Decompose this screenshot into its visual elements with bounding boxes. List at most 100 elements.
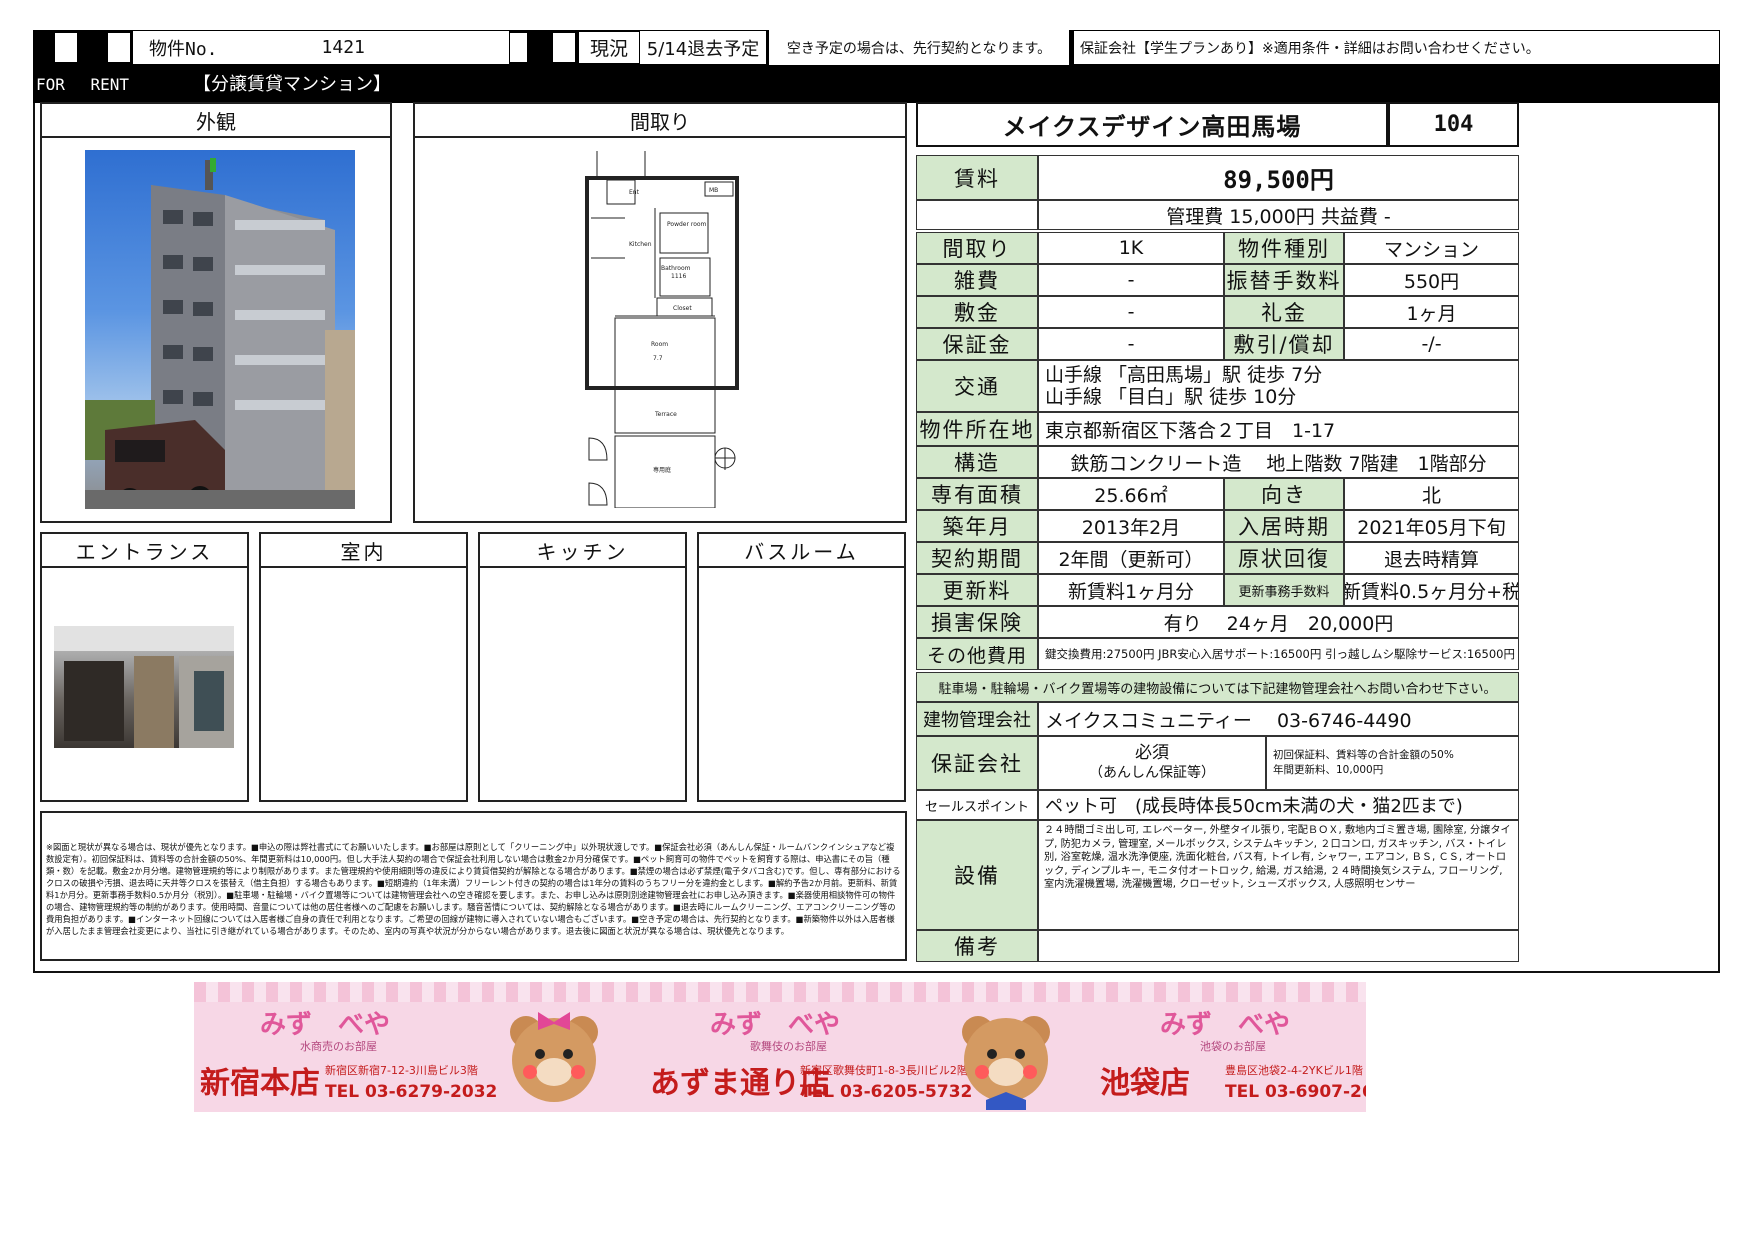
store-block: みず べや 水商売のお部屋 新宿本店 新宿区新宿7-12-3川島ビル3階 TEL 03-… <box>200 1004 497 1110</box>
store-banner: みず べや 水商売のお部屋 新宿本店 新宿区新宿7-12-3川島ビル3階 TEL 03-… <box>194 982 1366 1112</box>
row-label: 間取り <box>916 232 1038 264</box>
header: 物件No. 1421 現況 5/14退去予定 空き予定の場合は、先行契約となりま… <box>33 30 1720 103</box>
exterior-title: 外観 <box>42 104 390 138</box>
fp-terrace: Terrace <box>654 411 677 418</box>
rent-label: 賃料 <box>916 155 1038 200</box>
for-rent-label: FOR RENT <box>36 75 130 94</box>
property-no-value: 1421 <box>321 37 365 58</box>
fp-garden: 専用庭 <box>653 466 671 474</box>
store-brand: みず べや <box>260 1010 391 1040</box>
sales-value: ペット可 (成長時体長50cm未満の犬・猫2匹まで) <box>1038 790 1519 820</box>
fp-room: Room <box>651 341 668 348</box>
row-value: - <box>1038 296 1224 328</box>
header-square <box>553 33 575 62</box>
access-line-1: 山手線 「高田馬場」駅 徒歩 7分 <box>1045 364 1323 386</box>
remarks-value <box>1038 930 1519 962</box>
insurance-label: 損害保険 <box>916 606 1038 638</box>
row-label: 雑費 <box>916 264 1038 296</box>
guarantor-label: 保証会社 <box>916 736 1038 790</box>
floorplan-drawing: Ent MB Powder room Kitchen Bathroom 1116… <box>585 148 745 509</box>
row-value: - <box>1038 264 1224 296</box>
store-subtitle: 池袋のお部屋 <box>1200 1040 1266 1053</box>
guarantor-fee-2: 年間更新料、10,000円 <box>1273 764 1384 776</box>
row-label: 築年月 <box>916 510 1038 542</box>
vacancy-note: 空き予定の場合は、先行契約となります。 <box>769 30 1069 65</box>
row-value: -/- <box>1344 328 1519 360</box>
entrance-panel: エントランス <box>40 532 249 802</box>
kitchen-panel: キッチン <box>478 532 687 802</box>
equip-cell: ２４時間ゴミ出し可, エレベーター, 外壁タイル張り, 宅配ＢＯＸ, 敷地内ゴミ… <box>1038 820 1519 930</box>
store-block: みず べや 歌舞伎のお部屋 あずま通り店 新宿区歌舞伎町1-8-3長川ビル2階 TEL … <box>650 1004 972 1110</box>
row-value: 550円 <box>1344 264 1519 296</box>
address-value: 東京都新宿区下落合２丁目 1-17 <box>1038 412 1519 446</box>
row-value: 1ヶ月 <box>1344 296 1519 328</box>
property-no-box: 物件No. 1421 <box>132 30 510 65</box>
guarantor-fee-1: 初回保証料、賃料等の合計金額の50% <box>1273 749 1454 761</box>
mgmt-value: メイクスコミュニティー 03-6746-4490 <box>1038 702 1519 736</box>
insurance-value: 有り 24ヶ月 20,000円 <box>1038 606 1519 638</box>
row-value: 新賃料1ヶ月分 <box>1038 574 1224 606</box>
disclaimer-box: ※図面と現状が異なる場合は、現状が優先となります。■申込の際は弊社書式にてお願い… <box>40 811 907 961</box>
store-name: 池袋店 <box>1100 1066 1190 1101</box>
store-brand: みず べや <box>1160 1010 1291 1040</box>
remarks-label: 備考 <box>916 930 1038 962</box>
store-name: 新宿本店 <box>200 1066 320 1101</box>
fp-kitchen: Kitchen <box>629 241 652 248</box>
row-value: 新賃料0.5ヶ月分+税 <box>1344 574 1519 606</box>
fp-mb: MB <box>709 187 718 194</box>
rent-value: 89,500円 <box>1038 155 1519 200</box>
floorplan-panel: 間取り Ent MB Powder room Kitchen Bathroom … <box>413 102 907 523</box>
row-label: 振替手数料 <box>1224 264 1344 296</box>
store-phone: TEL 03-6279-2032 <box>325 1082 498 1102</box>
interior-title: 室内 <box>261 534 466 568</box>
store-address: 豊島区池袋2-4-2YKビル1階 <box>1225 1064 1363 1077</box>
row-label: 物件種別 <box>1224 232 1344 264</box>
equip-label: 設備 <box>916 820 1038 930</box>
entrance-title: エントランス <box>42 534 247 568</box>
status-label: 現況 <box>579 32 639 63</box>
row-label: 原状回復 <box>1224 542 1344 574</box>
entrance-photo <box>54 626 234 748</box>
floorplan-svg: Ent MB Powder room Kitchen Bathroom 1116… <box>585 151 739 509</box>
row-value: 1K <box>1038 232 1224 264</box>
row-value: 2021年05月下旬 <box>1344 510 1519 542</box>
address-label: 物件所在地 <box>916 412 1038 446</box>
guarantor-name: （あんしん保証等） <box>1089 765 1215 781</box>
detail-table: メイクスデザイン高田馬場 104 賃料 89,500円 管理費 15,000円 … <box>914 102 1521 962</box>
other-value: 鍵交換費用:27500円 JBR安心入居サポート:16500円 引っ越しムシ駆除… <box>1038 638 1519 670</box>
bathroom-panel: バスルーム <box>697 532 906 802</box>
row-label: 敷金 <box>916 296 1038 328</box>
row-value: 2年間（更新可） <box>1038 542 1224 574</box>
bear-mascot-1 <box>494 1002 614 1110</box>
exterior-photo <box>85 150 355 509</box>
kitchen-title: キッチン <box>480 534 685 568</box>
structure-label: 構造 <box>916 446 1038 478</box>
property-name: メイクスデザイン高田馬場 <box>916 102 1388 147</box>
guarantor-note: 保証会社【学生プランあり】※適用条件・詳細はお問い合わせください。 <box>1073 30 1720 65</box>
store-phone: TEL 03-6907-2660 <box>1225 1082 1366 1102</box>
interior-panel: 室内 <box>259 532 468 802</box>
parking-note: 駐車場・駐輪場・バイク置場等の建物設備については下記建物管理会社へお問い合わせ下… <box>916 672 1519 702</box>
row-label: 敷引/償却 <box>1224 328 1344 360</box>
sales-label: セールスポイント <box>916 790 1038 820</box>
access-cell: 山手線 「高田馬場」駅 徒歩 7分 山手線 「目白」駅 徒歩 10分 <box>1038 360 1519 412</box>
row-value: 退去時精算 <box>1344 542 1519 574</box>
status-value: 5/14退去予定 <box>639 30 767 65</box>
row-label: 専有面積 <box>916 478 1038 510</box>
header-square <box>108 33 130 62</box>
row-label: 保証金 <box>916 328 1038 360</box>
header-square <box>55 33 77 62</box>
building-illustration <box>85 158 355 509</box>
row-value: 2013年2月 <box>1038 510 1224 542</box>
mgmt-label: 建物管理会社 <box>916 702 1038 736</box>
disclaimer-text: ※図面と現状が異なる場合は、現状が優先となります。■申込の際は弊社書式にてお願い… <box>46 842 901 936</box>
other-label: その他費用 <box>916 638 1038 670</box>
store-address: 新宿区歌舞伎町1-8-3長川ビル2階 <box>800 1064 968 1077</box>
guarantor-required: 必須 <box>1135 743 1169 763</box>
store-block: みず べや 池袋のお部屋 池袋店 豊島区池袋2-4-2YKビル1階 TEL 03-690… <box>1100 1004 1366 1110</box>
row-value: マンション <box>1344 232 1519 264</box>
row-label: 契約期間 <box>916 542 1038 574</box>
guarantor-fee-cell: 初回保証料、賃料等の合計金額の50% 年間更新料、10,000円 <box>1266 736 1519 790</box>
row-label: 入居時期 <box>1224 510 1344 542</box>
store-address: 新宿区新宿7-12-3川島ビル3階 <box>325 1064 478 1077</box>
